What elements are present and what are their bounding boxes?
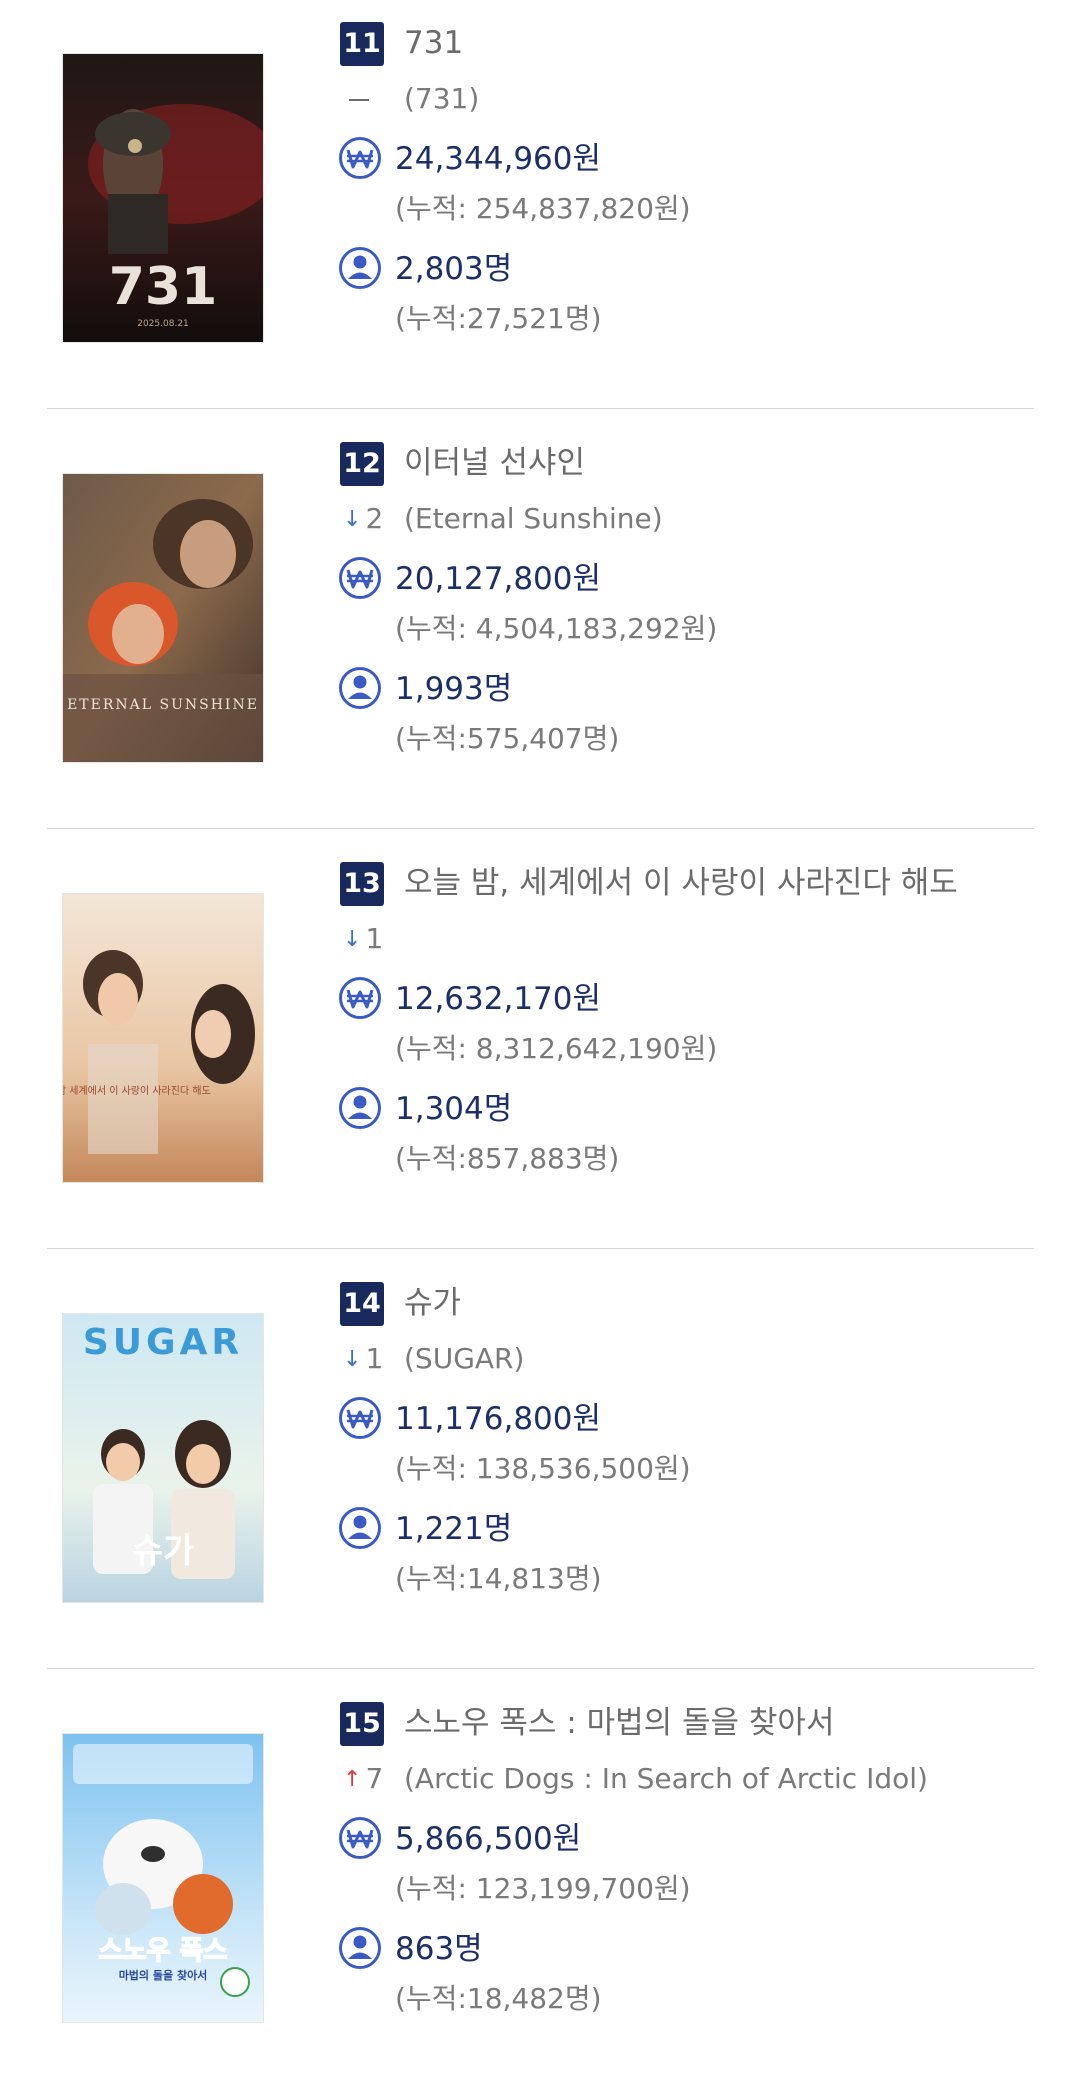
cumulative-audience: (누적:27,521명) bbox=[395, 302, 602, 335]
cumulative-audience: (누적:575,407명) bbox=[395, 722, 620, 755]
arrow-up-icon: ↑ bbox=[343, 1767, 362, 1792]
won-currency-icon bbox=[338, 1396, 382, 1440]
svg-text:마법의 돌을 찾아서: 마법의 돌을 찾아서 bbox=[119, 1968, 208, 1982]
movie-title[interactable]: 이터널 선샤인 bbox=[404, 440, 585, 486]
person-icon bbox=[338, 246, 382, 290]
person-icon bbox=[338, 666, 382, 710]
svg-text:SUGAR: SUGAR bbox=[83, 1322, 243, 1363]
won-currency-icon bbox=[338, 136, 382, 180]
poster-image-eternal-sunshine: ETERNAL SUNSHINE bbox=[63, 474, 263, 762]
movie-title[interactable]: 슈가 bbox=[404, 1280, 461, 1326]
movie-list-item[interactable]: ETERNAL SUNSHINE 12 이터널 선샤인 ↓ 2 (Eternal … bbox=[0, 420, 1078, 840]
movie-original-title: (Arctic Dogs : In Search of Arctic Idol) bbox=[404, 1762, 928, 1795]
movie-poster[interactable]: 731 2025.08.21 bbox=[63, 54, 263, 342]
movie-list-item[interactable]: SUGAR 슈가 14 슈가 ↓ 1 (SUGAR) 11,176,800원 (누… bbox=[0, 1260, 1078, 1680]
poster-title-text: 731 bbox=[109, 257, 218, 317]
arrow-down-icon: ↓ bbox=[343, 1347, 362, 1372]
cumulative-audience: (누적:18,482명) bbox=[395, 1982, 602, 2015]
cumulative-revenue: (누적: 254,837,820원) bbox=[395, 192, 691, 225]
poster-image-tonight-love: 오늘 밤 세계에서 이 사랑이 사라진다 해도 bbox=[63, 894, 263, 1182]
rank-change-value: 1 bbox=[365, 922, 384, 955]
svg-text:2025.08.21: 2025.08.21 bbox=[137, 319, 189, 329]
movie-poster[interactable]: ETERNAL SUNSHINE bbox=[63, 474, 263, 762]
item-divider bbox=[47, 1248, 1034, 1249]
movie-poster[interactable]: SUGAR 슈가 bbox=[63, 1314, 263, 1602]
poster-image-arctic-dogs: 스노우 폭스 마법의 돌을 찾아서 bbox=[63, 1734, 263, 2022]
item-divider bbox=[47, 1668, 1034, 1669]
movie-poster[interactable]: 오늘 밤 세계에서 이 사랑이 사라진다 해도 bbox=[63, 894, 263, 1182]
won-currency-icon bbox=[338, 976, 382, 1020]
cumulative-revenue: (누적: 123,199,700원) bbox=[395, 1872, 691, 1905]
daily-revenue: 12,632,170원 bbox=[395, 981, 602, 1017]
movie-original-title: (731) bbox=[404, 82, 480, 115]
movie-title[interactable]: 731 bbox=[404, 20, 463, 66]
svg-text:스노우 폭스: 스노우 폭스 bbox=[99, 1936, 228, 1966]
daily-revenue: 11,176,800원 bbox=[395, 1401, 602, 1437]
movie-title[interactable]: 오늘 밤, 세계에서 이 사랑이 사라진다 해도 bbox=[404, 860, 958, 906]
daily-audience: 1,304명 bbox=[395, 1091, 513, 1127]
person-icon bbox=[338, 1086, 382, 1130]
movie-original-title: (Eternal Sunshine) bbox=[404, 502, 663, 535]
daily-revenue: 5,866,500원 bbox=[395, 1821, 582, 1857]
cumulative-revenue: (누적: 138,536,500원) bbox=[395, 1452, 691, 1485]
daily-audience: 1,221명 bbox=[395, 1511, 513, 1547]
movie-poster[interactable]: 스노우 폭스 마법의 돌을 찾아서 bbox=[63, 1734, 263, 2022]
rank-change-value: 2 bbox=[365, 502, 384, 535]
daily-audience: 1,993명 bbox=[395, 671, 513, 707]
person-icon bbox=[338, 1926, 382, 1970]
movie-original-title: (SUGAR) bbox=[404, 1342, 525, 1375]
cumulative-revenue: (누적: 8,312,642,190원) bbox=[395, 1032, 718, 1065]
item-divider bbox=[47, 408, 1034, 409]
rank-change: ↓ 2 bbox=[343, 496, 393, 542]
svg-text:오늘 밤 세계에서 이 사랑이 사라진다 해도: 오늘 밤 세계에서 이 사랑이 사라진다 해도 bbox=[63, 1084, 211, 1097]
no-change-dash-icon bbox=[349, 99, 369, 101]
won-currency-icon bbox=[338, 556, 382, 600]
daily-revenue: 24,344,960원 bbox=[395, 141, 602, 177]
item-divider bbox=[47, 828, 1034, 829]
rank-badge: 11 bbox=[340, 22, 384, 66]
daily-audience: 2,803명 bbox=[395, 251, 513, 287]
rank-badge: 15 bbox=[340, 1702, 384, 1746]
person-icon bbox=[338, 1506, 382, 1550]
rank-badge: 12 bbox=[340, 442, 384, 486]
rank-change-value: 1 bbox=[365, 1342, 384, 1375]
arrow-down-icon: ↓ bbox=[343, 507, 362, 532]
poster-image-731: 731 2025.08.21 bbox=[63, 54, 263, 342]
movie-list-item[interactable]: 731 2025.08.21 11 731 (731) 24,344,960원 … bbox=[0, 0, 1078, 420]
movie-title[interactable]: 스노우 폭스 : 마법의 돌을 찾아서 bbox=[404, 1700, 834, 1746]
poster-image-sugar: SUGAR 슈가 bbox=[63, 1314, 263, 1602]
cumulative-audience: (누적:857,883명) bbox=[395, 1142, 620, 1175]
movie-list-item[interactable]: 오늘 밤 세계에서 이 사랑이 사라진다 해도 13 오늘 밤, 세계에서 이 … bbox=[0, 840, 1078, 1260]
daily-revenue: 20,127,800원 bbox=[395, 561, 602, 597]
rank-change: ↓ 1 bbox=[343, 916, 393, 962]
rank-change-value: 7 bbox=[365, 1762, 384, 1795]
rank-change bbox=[343, 76, 393, 122]
cumulative-audience: (누적:14,813명) bbox=[395, 1562, 602, 1595]
movie-list-item[interactable]: 스노우 폭스 마법의 돌을 찾아서 15 스노우 폭스 : 마법의 돌을 찾아서… bbox=[0, 1680, 1078, 2100]
rank-change: ↓ 1 bbox=[343, 1336, 393, 1382]
svg-text:슈가: 슈가 bbox=[132, 1531, 195, 1571]
cumulative-revenue: (누적: 4,504,183,292원) bbox=[395, 612, 718, 645]
arrow-down-icon: ↓ bbox=[343, 927, 362, 952]
rank-badge: 14 bbox=[340, 1282, 384, 1326]
daily-audience: 863명 bbox=[395, 1931, 483, 1967]
rank-change: ↑ 7 bbox=[343, 1756, 393, 1802]
svg-text:ETERNAL SUNSHINE: ETERNAL SUNSHINE bbox=[67, 697, 259, 713]
rank-badge: 13 bbox=[340, 862, 384, 906]
won-currency-icon bbox=[338, 1816, 382, 1860]
